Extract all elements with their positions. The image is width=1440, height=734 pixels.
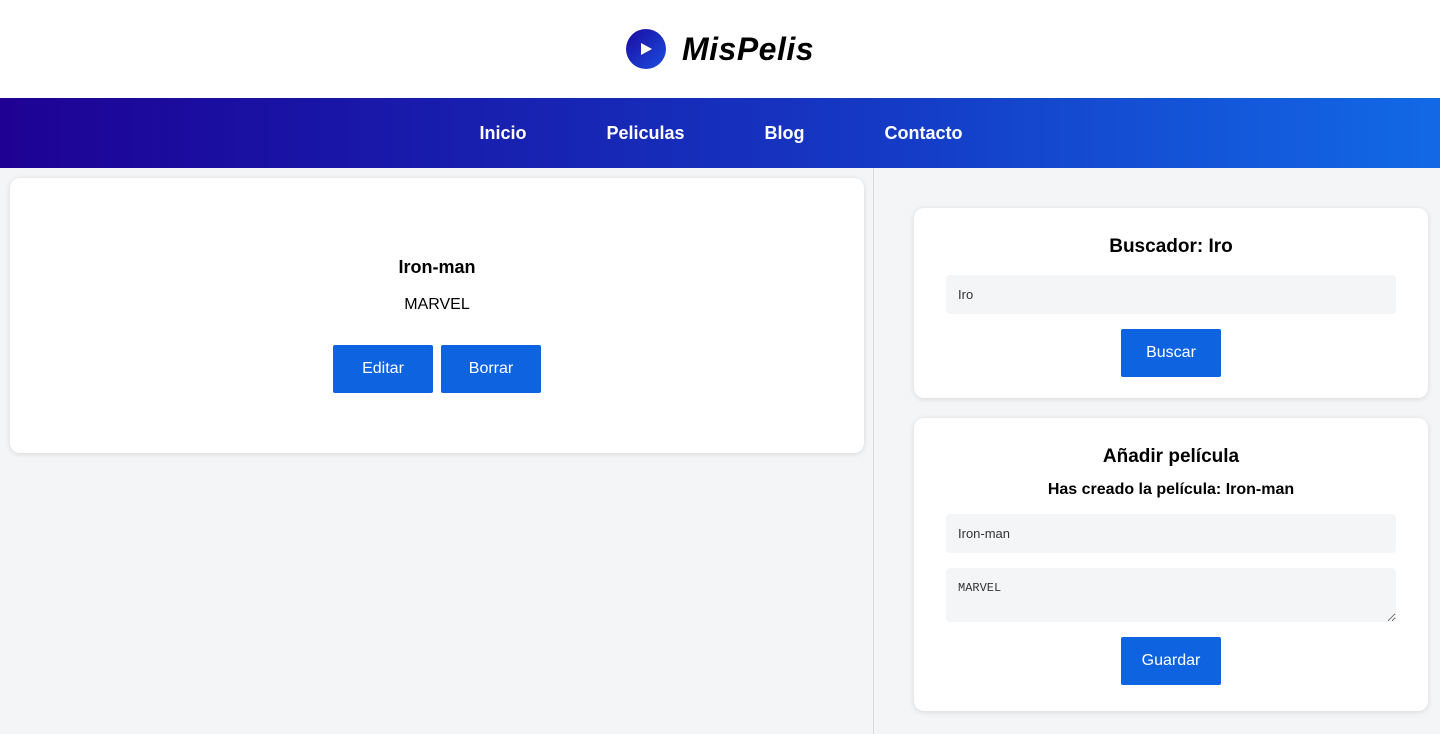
movie-title-input[interactable]: Iron-man <box>946 514 1396 553</box>
movie-list: Iron-man MARVEL Editar Borrar <box>0 168 874 734</box>
brand-name[interactable]: MisPelis <box>682 31 814 68</box>
search-input[interactable]: Iro <box>946 275 1396 314</box>
nav-item-contacto[interactable]: Contacto <box>885 123 963 144</box>
content-area: Iron-man MARVEL Editar Borrar Buscador: … <box>0 168 1440 734</box>
search-title: Buscador: Iro <box>1109 236 1233 257</box>
add-movie-title: Añadir película <box>1102 446 1240 467</box>
search-widget: Buscador: Iro Iro Buscar <box>914 208 1428 398</box>
nav-item-peliculas[interactable]: Peliculas <box>606 123 684 144</box>
movie-description: MARVEL <box>404 296 470 313</box>
edit-button[interactable]: Editar <box>333 345 433 393</box>
search-button[interactable]: Buscar <box>1121 329 1221 377</box>
main-nav: Inicio Peliculas Blog Contacto <box>0 98 1440 168</box>
nav-item-blog[interactable]: Blog <box>765 123 805 144</box>
delete-button[interactable]: Borrar <box>441 345 541 393</box>
movie-description-textarea[interactable]: MARVEL <box>946 568 1396 622</box>
created-message: Has creado la película: Iron-man <box>1047 481 1295 498</box>
add-movie-widget: Añadir película Has creado la película: … <box>914 418 1428 711</box>
nav-item-inicio[interactable]: Inicio <box>479 123 526 144</box>
save-button[interactable]: Guardar <box>1121 637 1221 685</box>
movie-title: Iron-man <box>398 257 476 277</box>
site-header: MisPelis <box>0 0 1440 98</box>
movie-actions: Editar Borrar <box>333 345 541 393</box>
sidebar: Buscador: Iro Iro Buscar Añadir película… <box>874 168 1440 734</box>
play-icon <box>625 29 666 69</box>
movie-card: Iron-man MARVEL Editar Borrar <box>10 178 864 453</box>
